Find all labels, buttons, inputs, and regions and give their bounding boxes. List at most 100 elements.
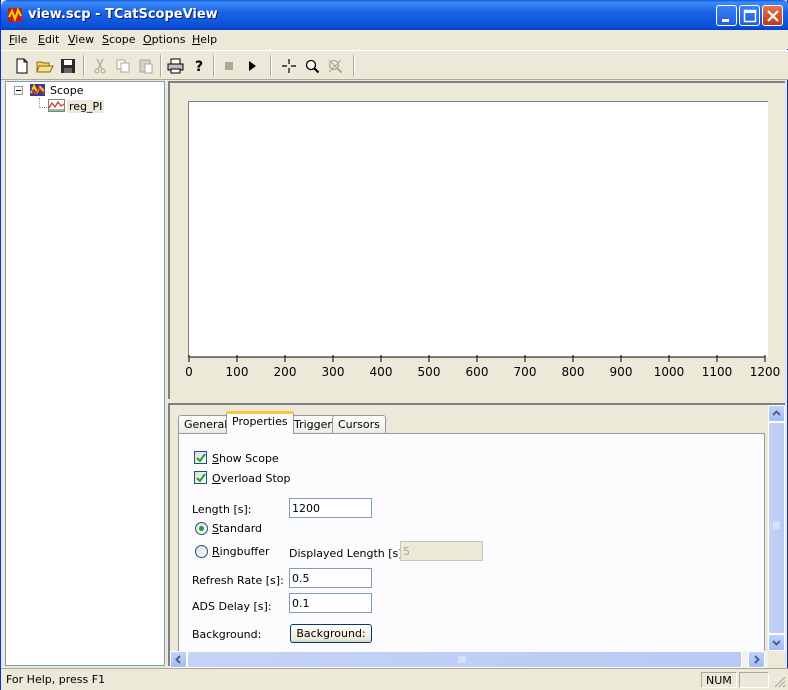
- stop-button[interactable]: [219, 56, 239, 76]
- maximize-icon: [743, 9, 757, 23]
- standard-key: S: [212, 522, 219, 535]
- chart-area: 0 100 200 300 400 500 600 700 800 900 1000 1100 1200: [168, 81, 785, 399]
- zoom-off-button[interactable]: [325, 56, 345, 76]
- toolbar-separator: [83, 55, 85, 77]
- x-tick-label: 1000: [654, 365, 685, 379]
- x-tick-label: 300: [322, 365, 345, 379]
- menu-edit[interactable]: Edit: [38, 33, 59, 46]
- menu-options[interactable]: Options: [143, 33, 185, 46]
- menu-scope[interactable]: Scope: [102, 33, 136, 46]
- standard-radio[interactable]: [195, 522, 208, 535]
- x-tick-label: 400: [370, 365, 393, 379]
- cut-button[interactable]: [90, 56, 110, 76]
- app-icon: [8, 7, 22, 22]
- toolbar-separator: [160, 55, 162, 77]
- save-button[interactable]: [58, 56, 78, 76]
- length-field[interactable]: 1200: [289, 498, 372, 518]
- overload-stop-text: verload Stop: [220, 472, 291, 485]
- new-button[interactable]: [12, 56, 32, 76]
- scope-tree[interactable]: Scope reg_PI: [5, 81, 165, 666]
- displayed-length-field[interactable]: 5: [400, 541, 483, 561]
- vertical-scrollbar[interactable]: [768, 405, 785, 651]
- menu-view-label: iew: [75, 33, 95, 46]
- menu-scope-label: cope: [108, 33, 136, 46]
- toolbar-separator: [270, 55, 272, 77]
- close-button[interactable]: [762, 5, 783, 26]
- menu-file[interactable]: File: [9, 33, 27, 46]
- resize-grip-icon[interactable]: [773, 675, 786, 688]
- horizontal-scrollbar[interactable]: [170, 651, 768, 668]
- chevron-down-icon: [772, 640, 781, 646]
- play-button[interactable]: [242, 56, 262, 76]
- menu-view[interactable]: View: [68, 33, 94, 46]
- properties-panel: General Properties Trigger Cursors Show …: [168, 403, 785, 668]
- standard-label[interactable]: Standard: [212, 522, 262, 535]
- chevron-right-icon: [754, 655, 760, 664]
- title-bar[interactable]: view.scp - TCatScopeView: [1, 0, 788, 30]
- toolbar-separator: [213, 55, 215, 77]
- print-button[interactable]: [166, 56, 186, 76]
- x-tick-label: 100: [226, 365, 249, 379]
- menu-help[interactable]: Help: [192, 33, 217, 46]
- grip-icon: [458, 656, 466, 663]
- x-tick-label: 800: [562, 365, 585, 379]
- save-disk-icon: [61, 59, 75, 73]
- vertical-scroll-thumb[interactable]: [768, 422, 785, 634]
- checkmark-icon: [196, 473, 206, 483]
- x-axis: 0 100 200 300 400 500 600 700 800 900 1000 1100 1200: [185, 355, 781, 379]
- minimize-button[interactable]: [716, 5, 737, 26]
- context-help-button[interactable]: ?: [189, 56, 209, 76]
- overload-stop-checkbox[interactable]: [194, 471, 207, 484]
- play-icon: [249, 61, 256, 71]
- scroll-left-button[interactable]: [170, 651, 187, 668]
- properties-tab-body: Show Scope Overload Stop Length [s]: 120…: [178, 433, 765, 655]
- ringbuffer-radio[interactable]: [195, 545, 208, 558]
- crosshair-icon: [282, 59, 296, 73]
- standard-text: tandard: [218, 522, 263, 535]
- x-tick-label: 200: [274, 365, 297, 379]
- overload-stop-label[interactable]: Overload Stop: [212, 472, 291, 485]
- menu-edit-label: dit: [44, 33, 60, 46]
- copy-icon: [116, 59, 130, 73]
- grip-icon: [773, 521, 780, 529]
- background-button[interactable]: Background:: [290, 624, 372, 643]
- zoom-button[interactable]: [302, 56, 322, 76]
- help-icon: ?: [195, 59, 203, 74]
- scroll-down-button[interactable]: [768, 634, 785, 651]
- tab-properties[interactable]: Properties: [226, 411, 294, 434]
- print-icon: [167, 58, 184, 74]
- refresh-rate-field[interactable]: 0.5: [289, 568, 372, 588]
- ringbuffer-label[interactable]: Ringbuffer: [212, 545, 270, 558]
- status-bar: For Help, press F1 NUM: [1, 668, 788, 690]
- chevron-left-icon: [175, 655, 181, 664]
- overload-stop-key: O: [212, 472, 221, 485]
- cursor-button[interactable]: [279, 56, 299, 76]
- menu-options-key: O: [143, 33, 152, 46]
- window-title: view.scp - TCatScopeView: [28, 7, 218, 22]
- tab-trigger[interactable]: Trigger: [288, 415, 338, 433]
- copy-button[interactable]: [113, 56, 133, 76]
- minimize-icon: [722, 19, 729, 22]
- chevron-up-icon: [772, 410, 781, 416]
- maximize-button[interactable]: [739, 5, 760, 26]
- scroll-right-button[interactable]: [748, 651, 765, 668]
- scroll-up-button[interactable]: [768, 405, 785, 422]
- stop-icon: [225, 62, 233, 70]
- plot-area[interactable]: [188, 101, 768, 357]
- tree-collapse-toggle[interactable]: [14, 86, 23, 95]
- menu-edit-key: E: [38, 33, 45, 46]
- open-button[interactable]: [35, 56, 55, 76]
- horizontal-scroll-thumb[interactable]: [187, 651, 742, 668]
- tab-cursors[interactable]: Cursors: [332, 415, 386, 433]
- x-tick-label: 1200: [750, 365, 781, 379]
- zoom-icon: [305, 59, 320, 74]
- show-scope-label[interactable]: Show Scope: [212, 452, 279, 465]
- tree-item-reg-pi[interactable]: reg_PI: [67, 100, 105, 113]
- new-file-icon: [16, 58, 28, 74]
- x-tick-label: 700: [514, 365, 537, 379]
- tree-item-scope[interactable]: Scope: [50, 84, 84, 97]
- paste-button[interactable]: [136, 56, 156, 76]
- ads-delay-field[interactable]: 0.1: [289, 593, 372, 613]
- zoom-off-icon: [328, 59, 343, 74]
- show-scope-checkbox[interactable]: [194, 451, 207, 464]
